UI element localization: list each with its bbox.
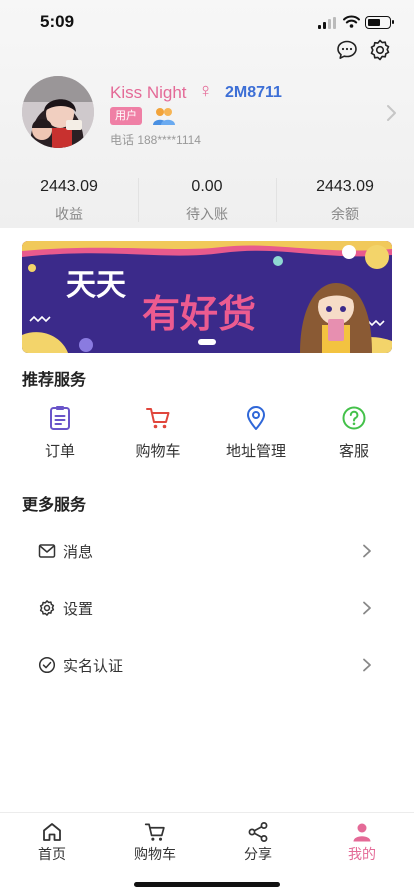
home-indicator [134, 882, 280, 887]
order-list-icon [50, 406, 70, 430]
profile-phone: 电话 188****1114 [110, 133, 201, 147]
location-pin-icon [247, 406, 265, 430]
row-verification[interactable]: 实名认证 [38, 651, 378, 679]
role-badge: 用户 [110, 107, 142, 125]
stat-label: 收益 [55, 206, 83, 222]
tab-share[interactable]: 分享 [218, 821, 298, 864]
service-label: 购物车 [135, 443, 181, 460]
service-cart[interactable]: 购物车 [118, 405, 198, 461]
promo-banner[interactable]: 天天 有好货 [22, 241, 392, 353]
section-title-more: 更多服务 [22, 497, 87, 514]
row-settings[interactable]: 设置 [38, 594, 378, 622]
tab-label: 首页 [38, 846, 66, 862]
tab-home[interactable]: 首页 [12, 821, 92, 864]
chevron-right-icon [363, 658, 371, 672]
cart-icon [144, 823, 165, 841]
section-title-recommended: 推荐服务 [22, 372, 87, 389]
stats-row: 2443.09 收益 0.00 待入账 2443.09 余额 [0, 170, 414, 228]
status-time: 5:09 [40, 12, 75, 31]
battery-icon [365, 16, 394, 29]
message-bubble-icon[interactable] [335, 38, 359, 62]
tab-label: 我的 [348, 846, 376, 862]
signal-icon [318, 17, 336, 29]
check-circle-icon [38, 656, 56, 674]
stat-label: 余额 [331, 206, 359, 222]
service-orders[interactable]: 订单 [20, 405, 100, 461]
stat-pending[interactable]: 0.00 待入账 [138, 170, 276, 228]
tab-label: 分享 [244, 846, 272, 862]
profile-name: Kiss Night [110, 83, 187, 102]
chevron-right-icon [363, 601, 371, 615]
stat-balance[interactable]: 2443.09 余额 [276, 170, 414, 228]
stat-value: 2443.09 [40, 178, 98, 195]
wifi-icon [343, 15, 360, 28]
gender-female-icon: ♀ [198, 80, 213, 102]
share-icon [248, 822, 268, 842]
chevron-right-icon [363, 544, 371, 558]
service-address[interactable]: 地址管理 [216, 405, 296, 461]
tab-mine[interactable]: 我的 [322, 821, 402, 864]
mail-icon [38, 544, 56, 558]
banner-text-left: 天天 [66, 268, 126, 303]
service-label: 订单 [44, 443, 75, 460]
chevron-right-icon[interactable] [385, 104, 397, 122]
people-icon [153, 108, 175, 125]
avatar[interactable] [22, 76, 94, 148]
settings-gear-icon[interactable] [368, 38, 392, 62]
stat-value: 2443.09 [316, 178, 374, 195]
banner-text-right: 有好货 [142, 292, 256, 336]
tab-label: 购物车 [134, 846, 176, 862]
stat-earnings[interactable]: 2443.09 收益 [0, 170, 138, 228]
service-support[interactable]: 客服 [314, 405, 394, 461]
tab-cart[interactable]: 购物车 [115, 821, 195, 864]
home-icon [43, 823, 61, 841]
user-icon [353, 823, 371, 842]
stat-label: 待入账 [186, 206, 228, 222]
service-label: 客服 [338, 443, 369, 460]
row-label: 消息 [63, 544, 94, 561]
service-label: 地址管理 [225, 443, 286, 460]
profile-uid: 2M8711 [225, 84, 282, 101]
stat-value: 0.00 [191, 178, 223, 195]
row-label: 实名认证 [63, 658, 124, 675]
row-messages[interactable]: 消息 [38, 537, 378, 565]
row-label: 设置 [63, 601, 94, 618]
gear-icon [39, 600, 55, 616]
help-circle-icon [342, 406, 366, 430]
cart-icon [146, 408, 170, 429]
